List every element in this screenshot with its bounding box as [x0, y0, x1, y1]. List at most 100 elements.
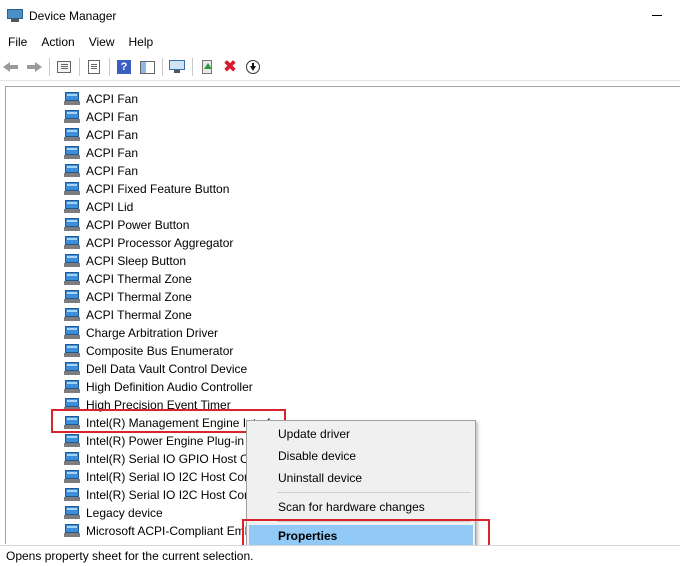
- system-device-icon: [64, 362, 80, 376]
- system-device-icon: [64, 380, 80, 394]
- tree-item-device[interactable]: ACPI Power Button: [64, 216, 189, 234]
- system-device-icon: [64, 344, 80, 358]
- tree-item-device[interactable]: Composite Bus Enumerator: [64, 342, 233, 360]
- tree-item-label: ACPI Fan: [86, 164, 139, 178]
- tree-item-device[interactable]: ACPI Fan: [64, 90, 138, 108]
- scan-hardware-button[interactable]: [166, 56, 188, 78]
- system-device-icon: [64, 470, 80, 484]
- update-driver-icon: [200, 60, 214, 74]
- status-text: Opens property sheet for the current sel…: [6, 549, 254, 563]
- menu-disable-device[interactable]: Disable device: [249, 445, 473, 467]
- toolbar-separator: [162, 58, 163, 76]
- tree-item-device[interactable]: ACPI Thermal Zone: [64, 288, 192, 306]
- back-arrow-icon: [3, 61, 19, 73]
- tree-item-label: Charge Arbitration Driver: [86, 326, 219, 340]
- tree-item-device[interactable]: High Definition Audio Controller: [64, 378, 253, 396]
- tree-item-device[interactable]: ACPI Fixed Feature Button: [64, 180, 229, 198]
- toolbar-separator: [109, 58, 110, 76]
- system-device-icon: [64, 326, 80, 340]
- tree-item-device[interactable]: ACPI Fan: [64, 144, 138, 162]
- system-device-icon: [64, 290, 80, 304]
- tree-item-label: ACPI Power Button: [86, 218, 190, 232]
- show-hide-console-tree-button[interactable]: [53, 56, 75, 78]
- tree-item-device[interactable]: Legacy device: [64, 504, 163, 522]
- tree-item-device[interactable]: Charge Arbitration Driver: [64, 324, 218, 342]
- tree-item-label: ACPI Fan: [86, 92, 139, 106]
- toolbar-separator: [79, 58, 80, 76]
- tree-item-label: ACPI Thermal Zone: [86, 308, 192, 322]
- tree-item-label: ACPI Sleep Button: [86, 254, 187, 268]
- tree-item-device[interactable]: Dell Data Vault Control Device: [64, 360, 247, 378]
- system-device-icon: [64, 146, 80, 160]
- enable-device-button[interactable]: [242, 56, 264, 78]
- system-device-icon: [64, 308, 80, 322]
- properties-button[interactable]: [83, 56, 105, 78]
- tree-item-label: Composite Bus Enumerator: [86, 344, 234, 358]
- tree-item-device[interactable]: ACPI Thermal Zone: [64, 306, 192, 324]
- menu-action[interactable]: Action: [34, 31, 81, 53]
- tree-item-label: ACPI Fan: [86, 110, 139, 124]
- tree-item-device[interactable]: ACPI Lid: [64, 198, 133, 216]
- tree-item-label: ACPI Processor Aggregator: [86, 236, 234, 250]
- forward-arrow-icon: [26, 61, 42, 73]
- toolbar-separator: [49, 58, 50, 76]
- forward-button[interactable]: [23, 56, 45, 78]
- tree-item-label: High Definition Audio Controller: [86, 380, 253, 394]
- properties-icon: [88, 60, 100, 74]
- tree-item-label: ACPI Thermal Zone: [86, 290, 192, 304]
- show-hide-console-tree-icon: [57, 61, 71, 73]
- system-device-icon: [64, 434, 80, 448]
- system-device-icon: [64, 524, 80, 538]
- tree-item-device[interactable]: ACPI Thermal Zone: [64, 270, 192, 288]
- help-icon: ?: [117, 60, 131, 74]
- update-driver-button[interactable]: [196, 56, 218, 78]
- tree-item-device[interactable]: ACPI Fan: [64, 108, 138, 126]
- system-device-icon: [64, 236, 80, 250]
- menu-update-driver[interactable]: Update driver: [249, 423, 473, 445]
- system-device-icon: [64, 92, 80, 106]
- tree-item-label: ACPI Fan: [86, 128, 139, 142]
- tree-item-device[interactable]: Intel(R) Power Engine Plug-in: [64, 432, 244, 450]
- tree-item-label: Legacy device: [86, 506, 163, 520]
- tree-item-label: ACPI Fan: [86, 146, 139, 160]
- system-device-icon: [64, 182, 80, 196]
- system-device-icon: [64, 110, 80, 124]
- menu-bar: File Action View Help: [0, 31, 160, 53]
- tree-item-label: ACPI Thermal Zone: [86, 272, 192, 286]
- tree-item-label: Intel(R) Power Engine Plug-in: [86, 434, 245, 448]
- scan-hardware-icon: [169, 60, 185, 74]
- tree-item-label: Dell Data Vault Control Device: [86, 362, 248, 376]
- action-pane-icon: [139, 60, 155, 74]
- context-menu-separator: [277, 492, 471, 493]
- title-bar: Device Manager: [0, 0, 680, 31]
- menu-file[interactable]: File: [0, 31, 34, 53]
- uninstall-device-icon: ✖: [222, 56, 238, 77]
- action-pane-button[interactable]: [136, 56, 158, 78]
- back-button[interactable]: [0, 56, 22, 78]
- help-button[interactable]: ?: [113, 56, 135, 78]
- menu-uninstall-device[interactable]: Uninstall device: [249, 467, 473, 489]
- device-manager-icon: [7, 8, 23, 23]
- system-device-icon: [64, 452, 80, 466]
- tree-item-label: ACPI Lid: [86, 200, 134, 214]
- system-device-icon: [64, 254, 80, 268]
- menu-scan-hardware[interactable]: Scan for hardware changes: [249, 496, 473, 518]
- uninstall-device-button[interactable]: ✖: [219, 56, 241, 78]
- window-title: Device Manager: [29, 8, 117, 23]
- system-device-icon: [64, 128, 80, 142]
- tree-item-device[interactable]: ACPI Fan: [64, 162, 138, 180]
- toolbar: ? ✖: [0, 54, 680, 81]
- minimize-button[interactable]: [634, 0, 680, 31]
- tree-item-label: ACPI Fixed Feature Button: [86, 182, 230, 196]
- system-device-icon: [64, 272, 80, 286]
- system-device-icon: [64, 506, 80, 520]
- menu-view[interactable]: View: [82, 31, 122, 53]
- tree-item-device[interactable]: ACPI Sleep Button: [64, 252, 186, 270]
- system-device-icon: [64, 200, 80, 214]
- minimize-icon: [652, 15, 662, 16]
- menu-help[interactable]: Help: [122, 31, 161, 53]
- tree-item-device[interactable]: ACPI Fan: [64, 126, 138, 144]
- tree-item-device[interactable]: ACPI Processor Aggregator: [64, 234, 233, 252]
- system-device-icon: [64, 164, 80, 178]
- status-bar: Opens property sheet for the current sel…: [0, 545, 680, 566]
